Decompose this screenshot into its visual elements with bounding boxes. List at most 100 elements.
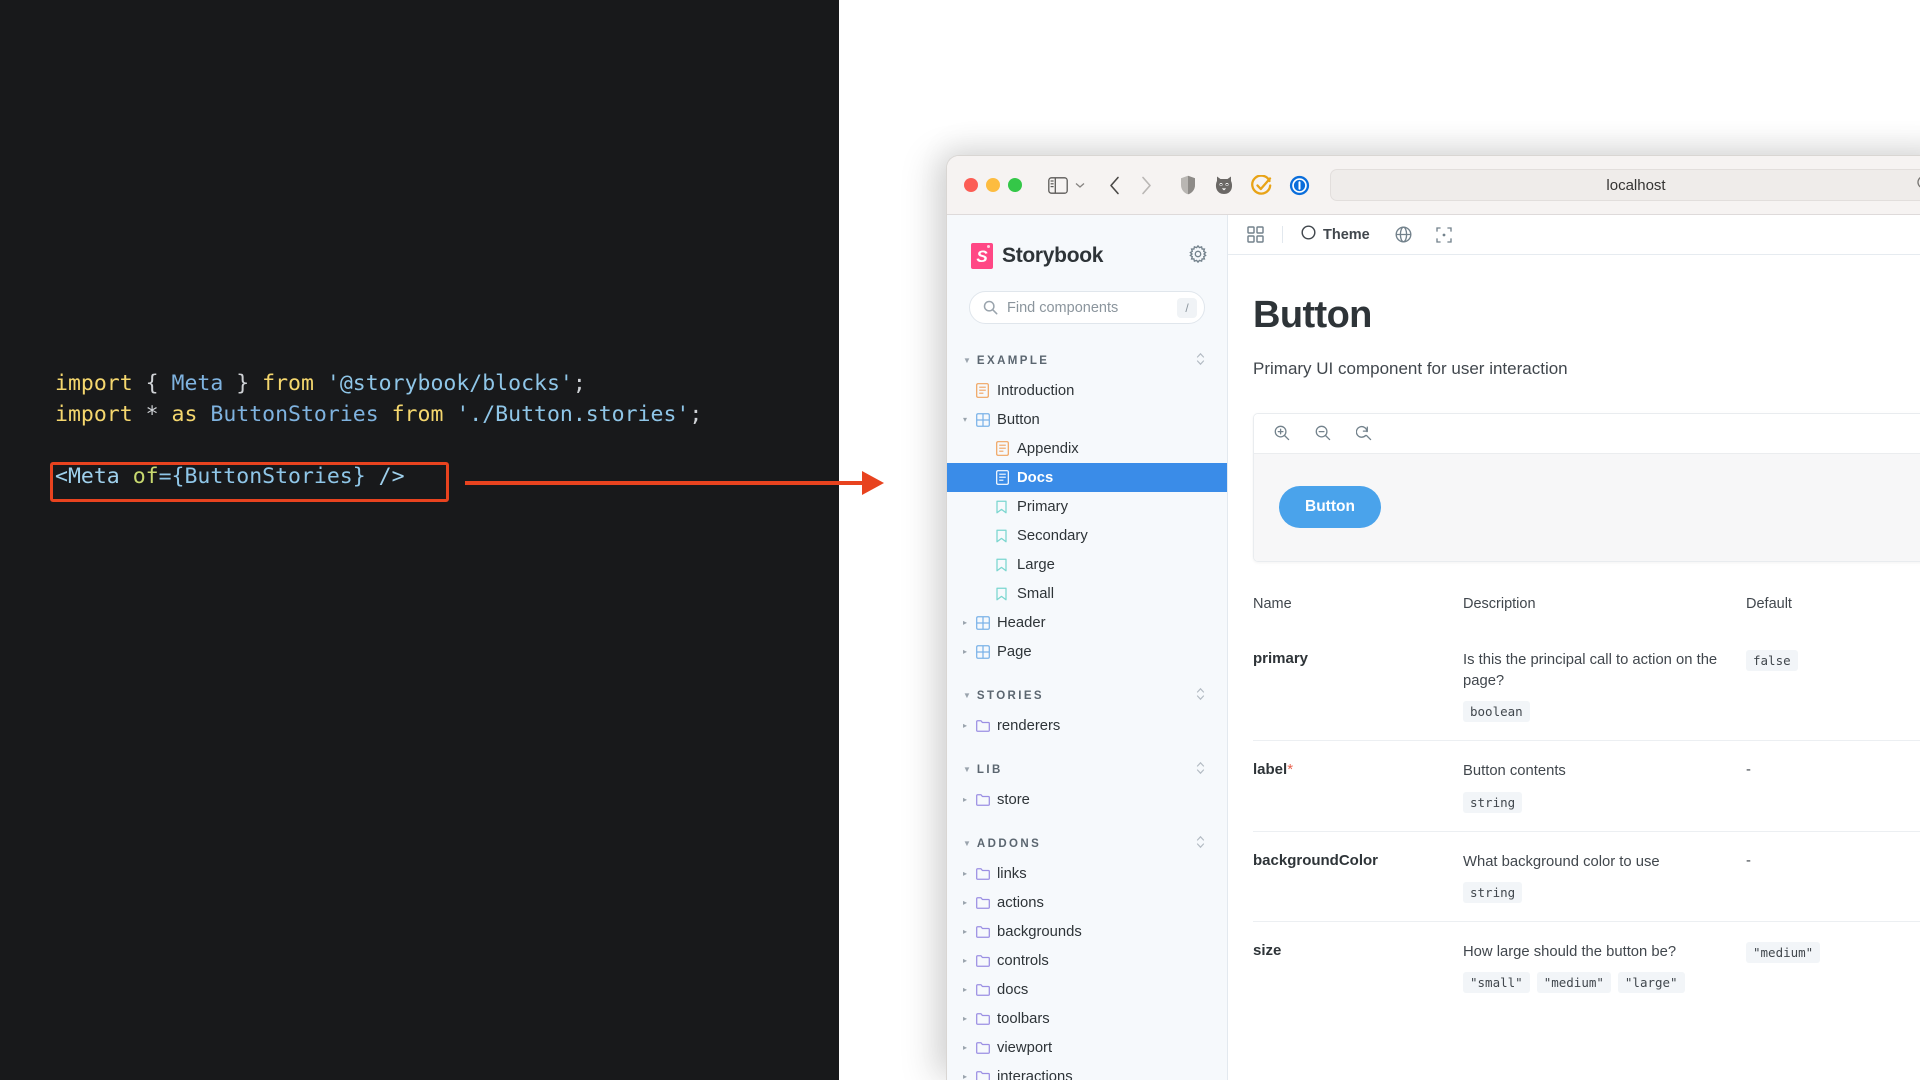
storybook-brand[interactable]: S Storybook [971,243,1103,269]
prop-default-cell: false [1746,650,1920,723]
sidebar-item-appendix[interactable]: Appendix [947,434,1227,463]
sort-order-icon[interactable] [1196,352,1205,369]
expand-caret-icon[interactable]: ▾ [963,415,976,424]
expand-caret-icon[interactable]: ▸ [963,898,976,907]
expand-caret-icon[interactable]: ▸ [963,1072,976,1080]
sidebar-item-label: docs [997,982,1028,998]
document-icon [976,383,997,398]
folder-icon [976,1042,997,1054]
sidebar-header: S Storybook [947,215,1227,269]
docs-icon [996,470,1017,485]
sidebar-item-actions[interactable]: ▸actions [947,888,1227,917]
sidebar-item-store[interactable]: ▸store [947,785,1227,814]
sort-order-icon[interactable] [1196,835,1205,852]
address-bar[interactable]: localhost [1330,169,1920,201]
code-token [159,402,172,427]
sidebar-item-links[interactable]: ▸ links [947,859,1227,888]
expand-caret-icon[interactable]: ▸ [963,1014,976,1023]
column-header-description: Description [1463,596,1746,612]
sidebar-group-stories[interactable]: ▼STORIES [947,677,1227,711]
sidebar-item-page[interactable]: ▸Page [947,637,1227,666]
storybook-logo-icon: S [971,243,993,269]
zoom-window-button[interactable] [1008,178,1022,192]
search-input[interactable]: Find components / [969,291,1205,324]
sidebar-group-example[interactable]: ▼EXAMPLE [947,342,1227,376]
sidebar-group-lib[interactable]: ▼LIB [947,751,1227,785]
sidebar-item-header[interactable]: ▸Header [947,608,1227,637]
search-icon [983,300,998,315]
check-extension-icon[interactable] [1251,175,1272,196]
code-token [223,371,236,396]
code-token: ; [573,371,586,396]
group-caret-icon[interactable]: ▼ [963,692,971,700]
window-controls[interactable] [964,178,1022,192]
zoom-out-icon[interactable] [1315,425,1331,441]
zoom-in-icon[interactable] [1274,425,1290,441]
cat-extension-icon[interactable] [1214,175,1234,195]
sidebar-item-controls[interactable]: ▸controls [947,946,1227,975]
forward-icon[interactable] [1141,176,1152,195]
expand-caret-icon[interactable]: ▸ [963,869,976,878]
story-icon [996,529,1017,543]
sidebar-item-backgrounds[interactable]: ▸backgrounds [947,917,1227,946]
expand-caret-icon[interactable]: ▸ [963,1043,976,1052]
sort-order-icon[interactable] [1196,687,1205,704]
expand-caret-icon[interactable]: ▸ [963,927,976,936]
code-token [159,371,172,396]
expand-caret-icon[interactable]: ▸ [963,647,976,656]
group-caret-icon[interactable]: ▼ [963,357,971,365]
sidebar-item-large[interactable]: Large [947,550,1227,579]
demo-button[interactable]: Button [1279,486,1381,528]
expand-caret-icon[interactable]: ▸ [963,618,976,627]
reload-icon[interactable] [1916,174,1920,196]
type-chip: "medium" [1537,972,1611,993]
sidebar-item-renderers[interactable]: ▸renderers [947,711,1227,740]
sidebar-item-docs[interactable]: Docs [947,463,1227,492]
close-window-button[interactable] [964,178,978,192]
sort-order-icon[interactable] [1196,761,1205,778]
sidebar-item-secondary[interactable]: Secondary [947,521,1227,550]
expand-caret-icon[interactable]: ▸ [963,795,976,804]
sidebar-item-primary[interactable]: Primary [947,492,1227,521]
chevron-down-icon[interactable] [1075,182,1085,189]
type-chip: string [1463,882,1522,903]
prop-description-cell: How large should the button be?"small""m… [1463,942,1746,993]
sidebar-item-interactions[interactable]: ▸interactions [947,1062,1227,1080]
sidebar-item-viewport[interactable]: ▸viewport [947,1033,1227,1062]
info-extension-icon[interactable] [1289,175,1310,196]
sidebar-item-label: links [997,866,1027,882]
focus-icon[interactable] [1436,227,1452,243]
expand-caret-icon[interactable]: ▸ [963,721,976,730]
code-token: * [146,402,159,427]
grid-icon[interactable] [1247,226,1264,243]
sidebar-item-button[interactable]: ▾Button [947,405,1227,434]
code-token: './Button.stories' [456,402,689,427]
shield-icon[interactable] [1180,175,1196,195]
sidebar-group-addons[interactable]: ▼ADDONS [947,825,1227,859]
globe-icon[interactable] [1395,226,1412,243]
theme-label: Theme [1323,227,1370,243]
prop-type-chips: string [1463,882,1746,903]
gear-icon[interactable] [1189,245,1207,268]
code-panel: import { Meta } from '@storybook/blocks'… [0,0,839,1080]
back-icon[interactable] [1109,176,1120,195]
group-caret-icon[interactable]: ▼ [963,840,971,848]
expand-caret-icon[interactable]: ▸ [963,985,976,994]
zoom-reset-icon[interactable] [1356,425,1372,441]
component-icon [976,616,997,630]
brand-name: Storybook [1002,244,1103,268]
sidebar-item-toolbars[interactable]: ▸toolbars [947,1004,1227,1033]
storybook-app: S Storybook [947,215,1920,1080]
search-shortcut-key: / [1177,298,1197,318]
minimize-window-button[interactable] [986,178,1000,192]
sidebar-item-introduction[interactable]: Introduction [947,376,1227,405]
theme-switcher[interactable]: Theme [1301,225,1370,244]
story-icon [996,558,1017,572]
sidebar-toggle-icon[interactable] [1048,177,1068,194]
expand-caret-icon[interactable]: ▸ [963,956,976,965]
sidebar-item-small[interactable]: Small [947,579,1227,608]
prop-name: primary [1253,650,1308,667]
group-caret-icon[interactable]: ▼ [963,766,971,774]
sidebar-item-docs[interactable]: ▸ docs [947,975,1227,1004]
folder-icon [976,897,997,909]
